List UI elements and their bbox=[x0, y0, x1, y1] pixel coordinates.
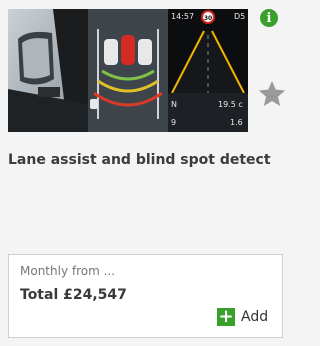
hud-compass: N bbox=[171, 100, 177, 109]
plus-icon: + bbox=[217, 306, 235, 327]
speed-limit-sign: 30 bbox=[204, 15, 212, 22]
hud-temp: 19.5 c bbox=[218, 100, 243, 109]
add-button[interactable]: + Add bbox=[217, 307, 268, 327]
star-icon[interactable] bbox=[257, 79, 287, 109]
info-icon[interactable]: i bbox=[260, 9, 278, 27]
hud-time: 14:57 bbox=[171, 12, 194, 21]
total-price: Total £24,547 bbox=[20, 287, 127, 303]
feature-title: Lane assist and blind spot detect bbox=[8, 152, 271, 168]
dashboard-lane-display: 14:57 D5 30 N 19.5 c 9 1.6 bbox=[168, 9, 248, 132]
add-button-label: Add bbox=[241, 309, 269, 325]
feature-image-strip: 14:57 D5 30 N 19.5 c 9 1.6 bbox=[8, 9, 248, 132]
hud-row-right: 1.6 bbox=[230, 118, 243, 127]
price-box: Monthly from ... Total £24,547 + Add bbox=[8, 254, 283, 338]
hud-gear: D5 bbox=[234, 12, 245, 21]
parking-sensor-graphic bbox=[88, 9, 168, 132]
door-mirror-photo bbox=[8, 9, 88, 132]
monthly-price-label: Monthly from ... bbox=[20, 264, 116, 278]
hud-row-left: 9 bbox=[171, 118, 176, 127]
feature-card: 14:57 D5 30 N 19.5 c 9 1.6 i Lane assist… bbox=[0, 0, 292, 346]
